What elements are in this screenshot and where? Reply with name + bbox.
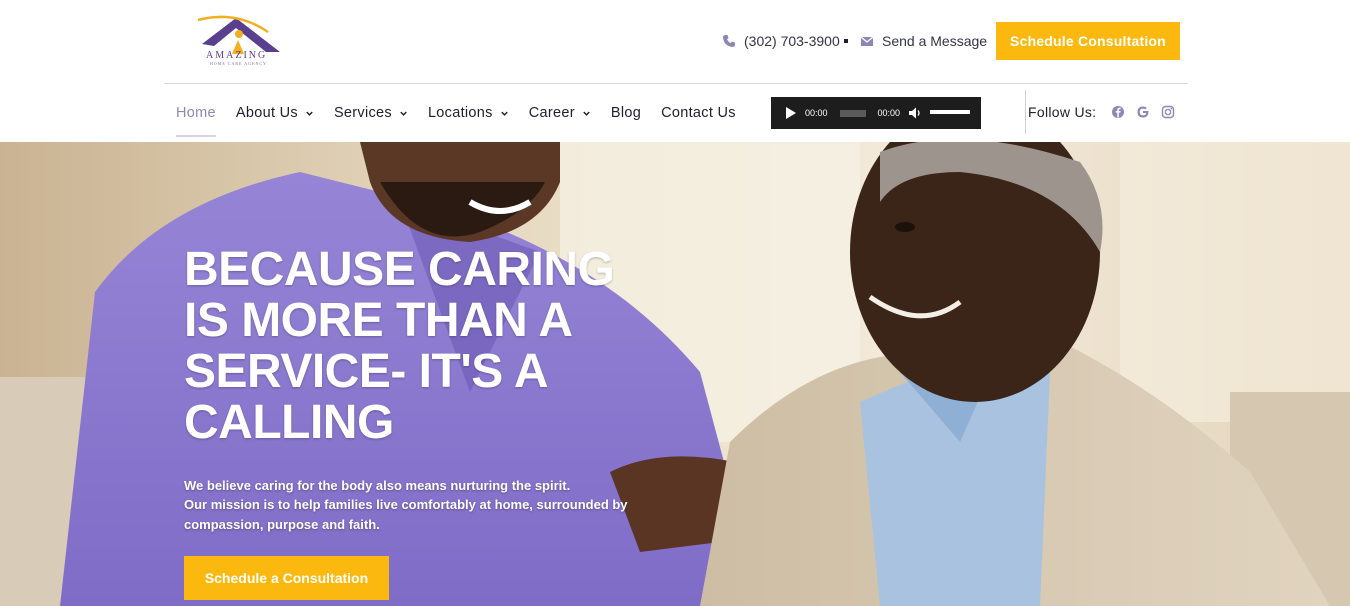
hero-title-line: IS MORE THAN A [184, 294, 573, 347]
nav-item-label: Services [333, 105, 392, 121]
chevron-down-icon [400, 111, 407, 116]
hero-title-line: SERVICE- IT'S A [184, 345, 548, 398]
site-header: AMAZING HOME CARE AGENCY (302) 703-3900 … [0, 0, 1350, 142]
nav-item-label: About Us [235, 105, 298, 121]
facebook-icon[interactable] [1111, 105, 1125, 119]
logo-text: AMAZING [206, 50, 268, 61]
volume-icon[interactable] [908, 106, 922, 120]
nav-item-services[interactable]: Services [334, 95, 408, 131]
send-message-label: Send a Message [882, 33, 988, 49]
nav-item-about-us[interactable]: About Us [236, 95, 314, 131]
hero-title: BECAUSE CARING IS MORE THAN A SERVICE- I… [184, 244, 654, 448]
chevron-down-icon [501, 111, 508, 116]
main-nav: Home About Us Services Locations Career … [176, 95, 756, 137]
instagram-icon[interactable] [1161, 105, 1175, 119]
nav-item-career[interactable]: Career [529, 95, 591, 131]
audio-current-time: 00:00 [805, 108, 828, 118]
social-separator [1025, 90, 1026, 134]
nav-item-label: Blog [610, 105, 642, 121]
phone-icon [723, 35, 735, 47]
nav-item-label: Career [528, 105, 575, 121]
audio-progress-bar[interactable] [839, 109, 866, 117]
schedule-consultation-button[interactable]: Schedule Consultation [996, 22, 1180, 60]
chevron-down-icon [306, 111, 313, 116]
logo-subtext: HOME CARE AGENCY [210, 61, 267, 66]
nav-item-label: Home [176, 105, 216, 121]
hero-title-line: BECAUSE CARING [184, 243, 615, 296]
nav-item-contact-us[interactable]: Contact Us [661, 95, 736, 131]
audio-player: 00:00 00:00 [771, 97, 981, 129]
schedule-a-consultation-button[interactable]: Schedule a Consultation [184, 556, 389, 600]
hero-description-line1: We believe caring for the body also mean… [184, 478, 571, 493]
envelope-icon [860, 36, 874, 46]
google-icon[interactable] [1136, 105, 1150, 119]
nav-item-blog[interactable]: Blog [611, 95, 641, 131]
site-logo[interactable]: AMAZING HOME CARE AGENCY [196, 14, 286, 66]
follow-us-label: Follow Us: [1028, 104, 1097, 120]
nav-item-locations[interactable]: Locations [428, 95, 509, 131]
hero-description-line2: Our mission is to help families live com… [184, 497, 628, 532]
hero-section: BECAUSE CARING IS MORE THAN A SERVICE- I… [0, 142, 1350, 606]
play-icon[interactable] [785, 106, 797, 120]
contact-separator [844, 39, 848, 43]
audio-duration: 00:00 [877, 108, 901, 118]
hero-title-line: CALLING [184, 396, 394, 449]
volume-slider[interactable] [930, 110, 971, 114]
phone-link[interactable]: (302) 703-3900 [722, 22, 840, 60]
phone-number: (302) 703-3900 [744, 33, 840, 49]
send-message-link[interactable]: Send a Message [860, 22, 987, 60]
chevron-down-icon [583, 111, 590, 116]
logo-mark-icon [197, 15, 280, 54]
nav-item-label: Contact Us [661, 105, 736, 121]
nav-item-home[interactable]: Home [176, 95, 216, 137]
nav-item-label: Locations [427, 105, 493, 121]
header-divider [164, 83, 1188, 84]
